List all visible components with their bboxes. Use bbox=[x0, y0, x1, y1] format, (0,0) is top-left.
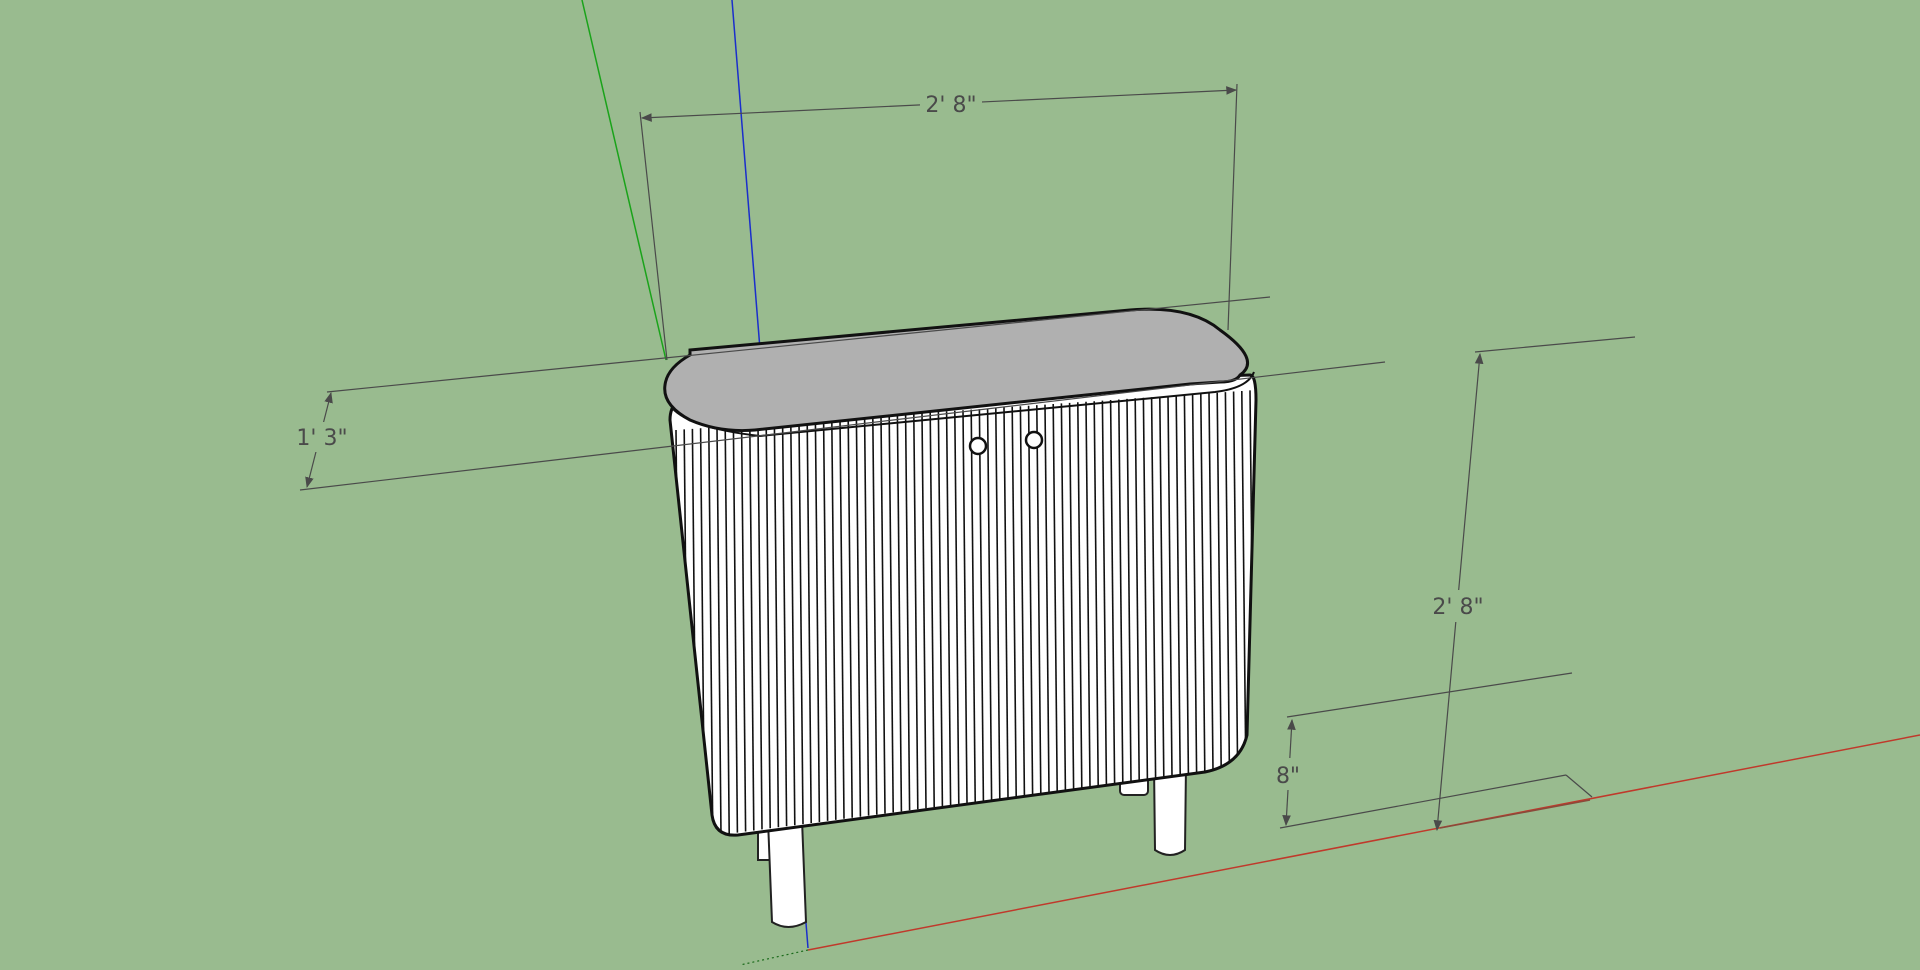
handle-right bbox=[1024, 430, 1044, 450]
green-axis-dotted bbox=[739, 949, 809, 966]
ground-edge-line bbox=[1439, 799, 1591, 829]
dimension-leg-height-label: 8" bbox=[1276, 764, 1300, 789]
green-axis bbox=[581, 0, 667, 361]
dimension-leg-height[interactable]: 8" bbox=[1270, 672, 1593, 829]
cabinet-body[interactable] bbox=[668, 373, 1258, 840]
handle-left bbox=[968, 436, 988, 456]
dimension-height[interactable]: 2' 8" bbox=[1426, 336, 1636, 832]
dimension-depth-label: 1' 3" bbox=[296, 426, 347, 451]
sketchup-viewport[interactable]: 2' 8" 1' 3" 2' 8" 8" bbox=[0, 0, 1920, 966]
dimension-width-label: 2' 8" bbox=[925, 93, 976, 118]
dimension-height-label: 2' 8" bbox=[1432, 595, 1483, 620]
model-canvas[interactable]: 2' 8" 1' 3" 2' 8" 8" bbox=[0, 0, 1920, 966]
leg-front-left bbox=[766, 819, 808, 928]
